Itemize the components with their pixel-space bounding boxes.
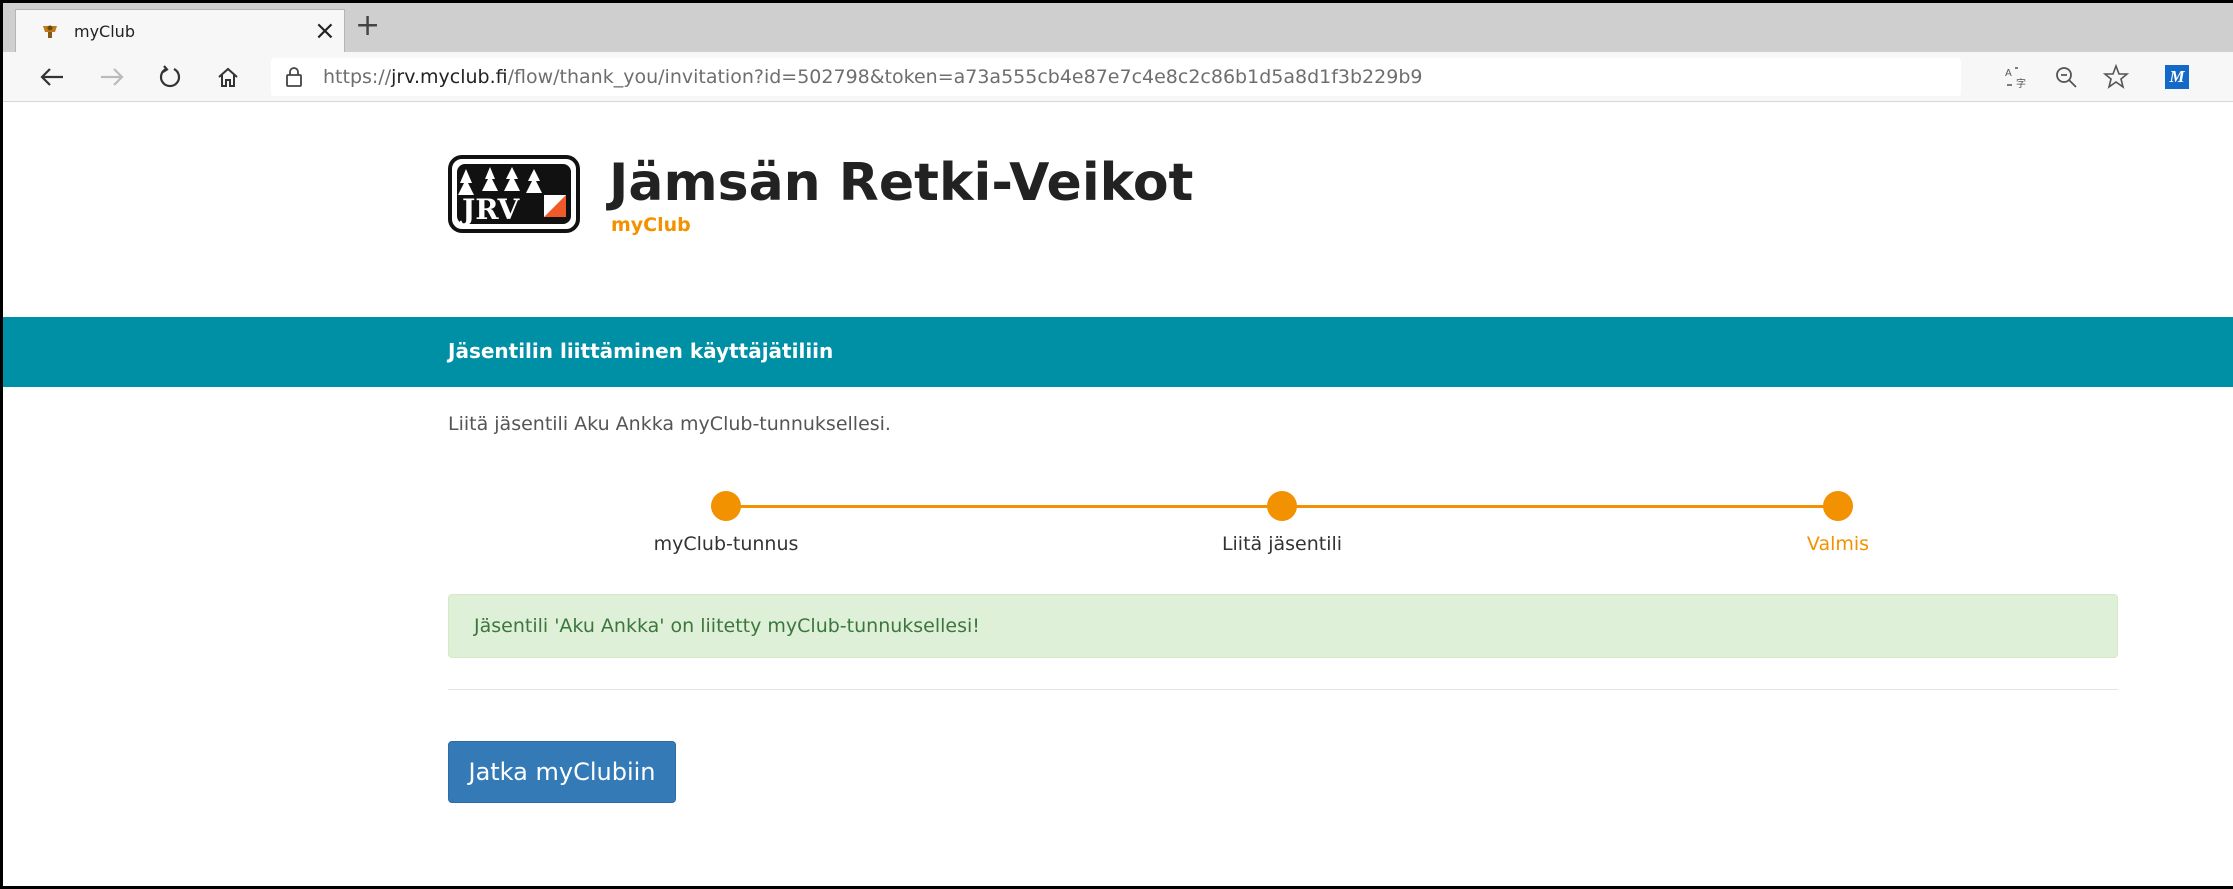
browser-tab[interactable]: myClub × xyxy=(15,9,345,52)
back-icon[interactable] xyxy=(35,60,69,94)
page-content: JRV Jämsän Retki-Veikot myClub Jäsentili… xyxy=(3,103,2233,886)
tab-strip: myClub × + xyxy=(3,3,2233,52)
url-path: /flow/thank_you/invitation?id=502798&tok… xyxy=(507,66,1423,88)
browser-window: myClub × + https://jrv.myclub.fi/flow/th… xyxy=(0,0,2233,889)
club-logo: JRV xyxy=(448,155,580,233)
extension-m-icon[interactable]: M xyxy=(2165,65,2189,89)
step-dot-1 xyxy=(711,491,741,521)
zoom-icon[interactable] xyxy=(2049,60,2083,94)
refresh-icon[interactable] xyxy=(153,60,187,94)
continue-button[interactable]: Jatka myClubiin xyxy=(448,741,676,803)
step-label-3: Valmis xyxy=(1806,533,1870,555)
club-name: Jämsän Retki-Veikot xyxy=(609,153,1194,213)
tab-close-icon[interactable]: × xyxy=(314,16,336,46)
tab-title: myClub xyxy=(74,22,135,41)
success-message: Jäsentili 'Aku Ankka' on liitetty myClub… xyxy=(474,615,980,637)
club-favicon-icon xyxy=(43,25,57,38)
intro-text: Liitä jäsentili Aku Ankka myClub-tunnuks… xyxy=(448,413,891,435)
progress-stepper: myClub-tunnus Liitä jäsentili Valmis xyxy=(448,489,2118,569)
step-dot-3 xyxy=(1823,491,1853,521)
browser-toolbar: https://jrv.myclub.fi/flow/thank_you/inv… xyxy=(3,52,2233,102)
url-text: https://jrv.myclub.fi/flow/thank_you/inv… xyxy=(323,66,1422,88)
svg-text:A: A xyxy=(2005,68,2012,79)
url-scheme: https:// xyxy=(323,66,392,88)
home-icon[interactable] xyxy=(211,60,245,94)
lock-icon xyxy=(286,67,302,87)
logo-text: JRV xyxy=(459,193,521,226)
success-alert: Jäsentili 'Aku Ankka' on liitetty myClub… xyxy=(448,594,2118,658)
step-label-2: Liitä jäsentili xyxy=(1221,533,1343,555)
url-host: jrv.myclub.fi xyxy=(391,66,508,88)
svg-text:字: 字 xyxy=(2016,77,2026,89)
app-name: myClub xyxy=(611,214,691,236)
translate-icon[interactable]: A字 xyxy=(1999,60,2033,94)
page-banner: Jäsentilin liittäminen käyttäjätiliin xyxy=(3,317,2233,387)
step-dot-2 xyxy=(1267,491,1297,521)
page-title: Jäsentilin liittäminen käyttäjätiliin xyxy=(448,339,834,363)
favorite-star-icon[interactable] xyxy=(2099,60,2133,94)
forward-icon xyxy=(95,60,129,94)
step-label-1: myClub-tunnus xyxy=(653,533,799,555)
new-tab-icon[interactable]: + xyxy=(355,9,380,43)
divider xyxy=(448,689,2118,690)
address-bar[interactable]: https://jrv.myclub.fi/flow/thank_you/inv… xyxy=(271,58,1961,96)
